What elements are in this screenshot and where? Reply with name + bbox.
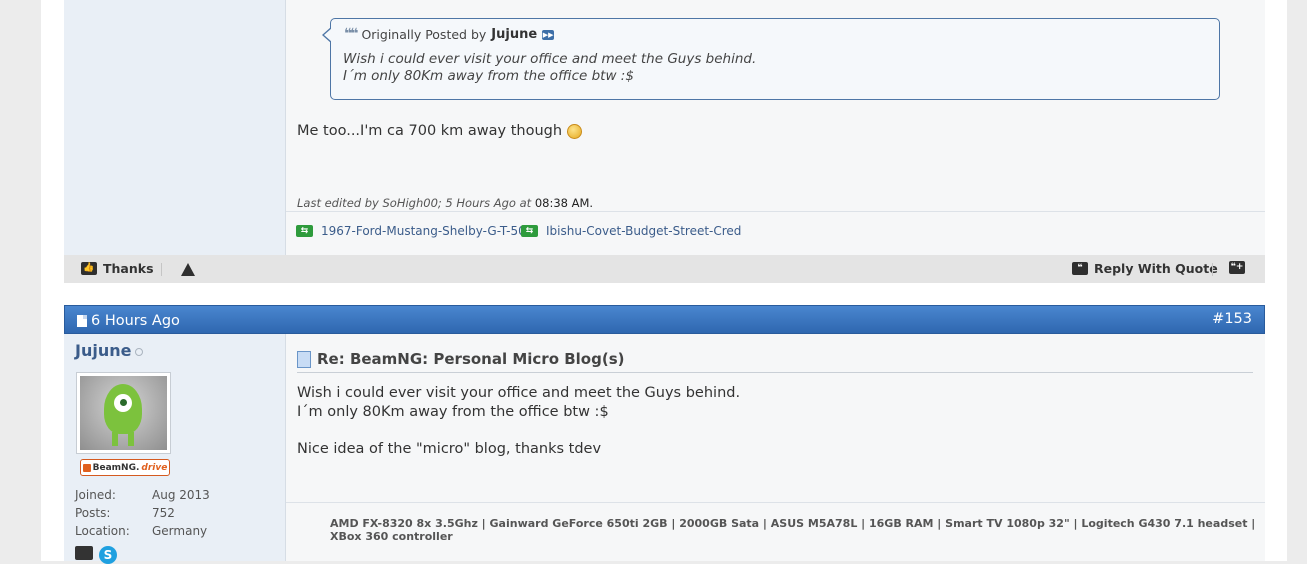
previous-post-content: ❝❝ Originally Posted by Jujune ▶▶ Wish i… (286, 0, 1265, 255)
warning-icon[interactable] (181, 263, 195, 276)
offline-status-icon (135, 347, 144, 356)
quote-line: I´m only 80Km away from the office btw :… (343, 68, 634, 84)
social-links: S (75, 546, 117, 564)
info-value: 752 (152, 506, 175, 520)
quote-text: Wish i could ever visit your office and … (343, 51, 756, 85)
info-value: Germany (152, 524, 208, 538)
car-tag-icon: ⇆ (521, 225, 538, 237)
post-message-line: Nice idea of the "micro" blog, thanks td… (297, 441, 602, 457)
info-label: Location: (75, 524, 130, 538)
user-info-location: Location: Germany (75, 524, 207, 538)
quote-icon: ❝❝ (344, 26, 359, 42)
frown-smiley-icon (567, 123, 583, 139)
avatar-figure-leg (128, 432, 134, 446)
user-badge: BeamNG. drive (80, 459, 170, 476)
quote-reply-icon: ❝ (1072, 262, 1088, 275)
view-post-icon[interactable]: ▶▶ (542, 30, 555, 40)
thumbs-up-icon: 👍 (81, 262, 97, 275)
last-edited-note: Last edited by SoHigh00; 5 Hours Ago at … (297, 196, 593, 210)
divider (1212, 263, 1213, 276)
post-header: 6 Hours Ago #153 (64, 305, 1265, 334)
beamng-logo-icon (82, 463, 91, 472)
post-userinfo: Jujune BeamNG. drive Joined: Aug 2013 Post… (64, 334, 286, 564)
quote-author: Jujune (491, 26, 538, 42)
multi-quote-button[interactable]: ❝+ (1229, 261, 1245, 274)
reply-with-quote-button[interactable]: ❝ Reply With Quote (1072, 261, 1218, 276)
tags-bar: ⇆ 1967-Ford-Mustang-Shelby-G-T-500 ⇆ Ibi… (286, 211, 1265, 256)
post-content: Re: BeamNG: Personal Micro Blog(s) Wish … (286, 334, 1265, 561)
post-title: Re: BeamNG: Personal Micro Blog(s) (297, 350, 1253, 373)
badge-text-accent: drive (141, 462, 168, 473)
thanks-label[interactable]: Thanks (103, 261, 154, 276)
post-message: Me too...I'm ca 700 km away though (297, 123, 583, 139)
tag-item[interactable]: ⇆ 1967-Ford-Mustang-Shelby-G-T-500 (296, 224, 533, 238)
user-info-joined: Joined: Aug 2013 (75, 488, 210, 502)
thanks-button[interactable]: 👍 Thanks (81, 261, 154, 276)
avatar-figure-leg (112, 432, 118, 446)
tag-item[interactable]: ⇆ Ibishu-Covet-Budget-Street-Cred (521, 224, 741, 238)
info-label: Posts: (75, 506, 111, 520)
post-date-text: 6 Hours Ago (91, 313, 180, 329)
multi-quote-icon[interactable]: ❝+ (1229, 261, 1245, 274)
post-message: Wish i could ever visit your office and … (297, 384, 740, 459)
badge-text: BeamNG. (92, 462, 140, 473)
post-date: 6 Hours Ago (77, 313, 180, 329)
last-edited-time: 08:38 AM. (534, 196, 594, 210)
skype-icon[interactable]: S (99, 546, 117, 564)
post-number-link[interactable]: #153 (1212, 311, 1252, 327)
tag-label[interactable]: 1967-Ford-Mustang-Shelby-G-T-500 (321, 224, 533, 238)
divider (161, 263, 162, 276)
previous-post-userinfo (64, 0, 286, 255)
post-message-text: Me too...I'm ca 700 km away though (297, 123, 563, 139)
signature: AMD FX-8320 8x 3.5Ghz | Gainward GeForce… (286, 502, 1265, 562)
report-button[interactable] (181, 263, 195, 276)
post-message-line: Wish i could ever visit your office and … (297, 385, 741, 401)
avatar-figure-pupil (120, 399, 127, 406)
previous-post: ❝❝ Originally Posted by Jujune ▶▶ Wish i… (64, 0, 1265, 283)
tag-label[interactable]: Ibishu-Covet-Budget-Street-Cred (546, 224, 741, 238)
reply-with-quote-label[interactable]: Reply With Quote (1094, 261, 1218, 276)
info-value: Aug 2013 (152, 488, 210, 502)
quote-header: ❝❝ Originally Posted by Jujune ▶▶ (344, 26, 555, 42)
post-message-line: I´m only 80Km away from the office btw :… (297, 404, 609, 420)
quote-block: ❝❝ Originally Posted by Jujune ▶▶ Wish i… (322, 18, 1220, 100)
username[interactable]: Jujune (75, 341, 144, 360)
post-document-icon (297, 350, 311, 368)
quote-prefix: Originally Posted by (361, 26, 487, 42)
document-icon (77, 315, 87, 327)
username-text[interactable]: Jujune (75, 341, 131, 360)
user-info-posts: Posts: 752 (75, 506, 175, 520)
post-action-bar: 👍 Thanks ❝ Reply With Quote ❝+ (64, 255, 1265, 283)
post: 6 Hours Ago #153 Jujune BeamNG. drive Joi… (64, 305, 1265, 564)
avatar[interactable] (76, 372, 171, 454)
quote-line: Wish i could ever visit your office and … (343, 51, 757, 67)
signature-text: AMD FX-8320 8x 3.5Ghz | Gainward GeForce… (330, 517, 1256, 543)
info-label: Joined: (75, 488, 116, 502)
car-tag-icon: ⇆ (296, 225, 313, 237)
post-title-text: Re: BeamNG: Personal Micro Blog(s) (317, 350, 625, 368)
steam-icon[interactable] (75, 546, 93, 560)
last-edited-prefix: Last edited by SoHigh00; 5 Hours Ago at (297, 196, 532, 210)
avatar-image (80, 376, 167, 450)
